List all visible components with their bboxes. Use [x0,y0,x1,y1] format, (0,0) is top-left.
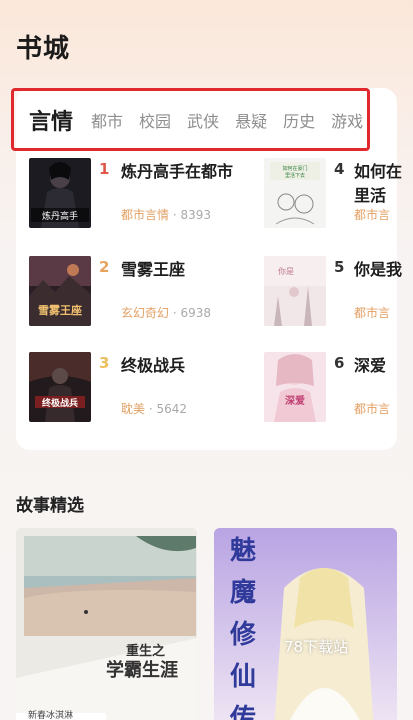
rank-number: 6 [334,354,345,372]
book-category: 耽美 [121,402,146,416]
book-meta: 玄幻奇幻 · 6938 [121,304,211,321]
book-title: 深爱 [354,356,387,375]
book-category: 都市言 [354,208,391,222]
tab-xuanyi[interactable]: 悬疑 [235,108,267,132]
book-cover: 如何在豪门 里活下去 [264,158,326,228]
book-title: 如何在 [354,162,403,181]
page-title: 书城 [16,34,71,64]
book-title: 炼丹高手在都市 [121,162,234,181]
book-count: 8393 [180,208,212,222]
book-meta: 耽美 · 5642 [121,400,187,417]
rank-number: 4 [334,160,345,178]
book-item-4[interactable]: 如何在豪门 里活下去 4 如何在 里活 都市言 [264,158,413,230]
category-tabs: 言情 都市 校园 武侠 悬疑 历史 游戏 [11,88,370,151]
title-char: 传 [230,704,257,720]
book-cover: 炼丹高手 [29,158,91,228]
book-item-5[interactable]: 你是 5 你是我 都市言 [264,256,413,328]
tab-yanqing[interactable]: 言情 [29,104,73,136]
book-cover: 你是 [264,256,326,326]
svg-text:终极战兵: 终极战兵 [41,397,78,409]
featured-book-2[interactable]: 魅 魔 修 仙 传 [214,528,397,720]
tab-xiaoyuan[interactable]: 校园 [139,108,171,132]
featured-author: 新春冰淇淋 [28,711,74,720]
svg-text:深爱: 深爱 [285,394,305,407]
book-item-1[interactable]: 炼丹高手 1 炼丹高手在都市 都市言情 · 8393 [29,158,233,230]
title-char: 魔 [230,578,257,608]
book-meta: 都市言 [354,206,390,223]
book-category: 玄幻奇幻 [121,306,170,320]
featured-title-vertical: 魅 魔 修 仙 传 [230,530,260,720]
book-meta: 都市言情 · 8393 [121,206,211,223]
svg-text:你是: 你是 [278,266,294,276]
book-cover: 终极战兵 [29,352,91,422]
book-meta: 都市言 [354,304,390,321]
tab-youxi[interactable]: 游戏 [331,108,363,132]
meta-separator: · [145,402,157,416]
book-title: 终极战兵 [121,356,186,375]
featured-title-line2: 学霸生涯 [106,660,178,681]
rank-number: 5 [334,258,345,276]
rank-number: 3 [99,354,110,372]
tab-wuxia[interactable]: 武侠 [187,108,219,132]
book-category: 都市言 [354,402,391,416]
featured-book-1[interactable]: 重生之 学霸生涯 新春冰淇淋 [16,528,197,720]
book-title: 你是我 [354,260,403,279]
book-item-3[interactable]: 终极战兵 3 终极战兵 耽美 · 5642 [29,352,229,424]
watermark: 78下载站 [284,638,349,656]
rank-number: 1 [99,160,110,178]
book-meta: 都市言 [354,400,390,417]
book-category: 都市言 [354,306,391,320]
book-category: 都市言情 [121,208,170,222]
svg-text:如何在豪门: 如何在豪门 [282,165,307,172]
book-count: 6938 [180,306,212,320]
book-title-line2: 里活 [354,186,387,205]
book-cover: 雪雾王座 [29,256,91,326]
svg-text:里活下去: 里活下去 [285,172,305,179]
book-item-2[interactable]: 雪雾王座 2 雪雾王座 玄幻奇幻 · 6938 [29,256,229,328]
title-char: 魅 [230,536,257,566]
meta-separator: · [169,306,181,320]
meta-separator: · [169,208,181,222]
svg-text:雪雾王座: 雪雾王座 [38,303,82,317]
book-cover: 深爱 [264,352,326,422]
tab-dushi[interactable]: 都市 [91,108,123,132]
title-char: 修 [230,620,257,650]
title-char: 仙 [230,662,257,692]
tab-lishi[interactable]: 历史 [283,108,315,132]
svg-text:炼丹高手: 炼丹高手 [42,210,78,222]
rank-number: 2 [99,258,110,276]
section-title: 故事精选 [16,496,84,516]
book-title: 雪雾王座 [121,260,186,279]
book-item-6[interactable]: 深爱 6 深爱 都市言 [264,352,413,424]
book-count: 5642 [156,402,188,416]
